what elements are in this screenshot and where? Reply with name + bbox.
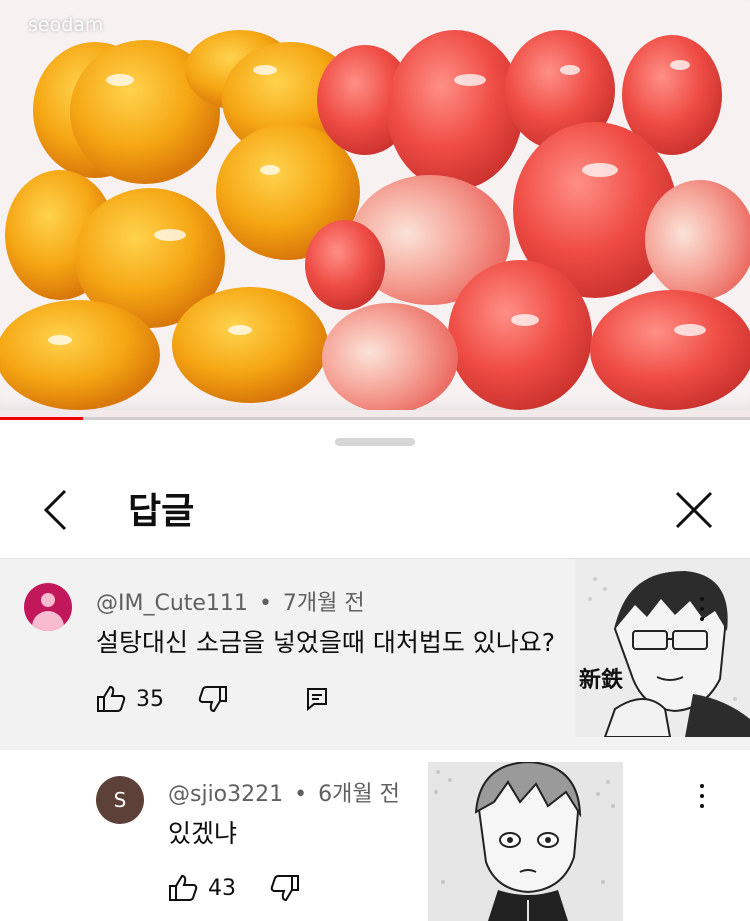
thumbs-down-icon	[198, 686, 227, 713]
fruit-image	[0, 30, 750, 410]
comment-icon	[307, 688, 327, 711]
avatar[interactable]: S	[96, 776, 144, 824]
more-options-button[interactable]	[690, 776, 714, 816]
video-progress-bar[interactable]	[0, 417, 750, 420]
back-button[interactable]	[30, 484, 82, 536]
meta-separator: •	[258, 591, 272, 616]
comment-author[interactable]: @IM_Cute111	[96, 591, 248, 616]
avatar[interactable]	[24, 583, 72, 631]
chevron-left-icon	[43, 489, 67, 531]
more-options-button[interactable]	[690, 589, 714, 629]
comment-actions: 35	[96, 685, 362, 713]
reply-comment: S @sjio3221 • 6개월 전 있겠냐 43	[0, 750, 750, 921]
avatar-head	[41, 593, 55, 607]
dislike-button[interactable]	[198, 685, 228, 713]
thumbs-up-icon	[97, 685, 126, 712]
thumbs-down-icon	[270, 875, 299, 902]
comment-actions: 43	[168, 874, 334, 902]
video-player[interactable]: seodam	[0, 0, 750, 420]
close-button[interactable]	[664, 484, 724, 536]
close-icon	[675, 491, 713, 529]
manga-sticker-image: 新鉄	[575, 559, 750, 737]
comment-text: 설탕대신 소금을 넣었을때 대처법도 있나요?	[96, 628, 556, 657]
comment-meta: @IM_Cute111 • 7개월 전	[96, 585, 365, 617]
comment-text: 있겠냐	[168, 819, 238, 848]
avatar-body	[32, 611, 64, 631]
reply-button[interactable]	[306, 687, 328, 711]
video-watermark: seodam	[28, 14, 104, 36]
dislike-button[interactable]	[270, 874, 300, 902]
like-count: 43	[208, 875, 236, 901]
parent-comment: @IM_Cute111 • 7개월 전 설탕대신 소금을 넣었을때 대처법도 있…	[0, 558, 750, 751]
manga-sticker-text: 新鉄	[579, 667, 623, 693]
comment-time: 7개월 전	[282, 591, 365, 616]
sheet-title: 답글	[128, 491, 195, 532]
replies-sheet: 답글 @IM_Cute111 • 7개월 전 설탕대신 소금을 넣었을때 대처법…	[0, 422, 750, 921]
like-button[interactable]: 35	[96, 685, 164, 713]
like-count: 35	[136, 686, 164, 712]
sheet-header: 답글	[0, 466, 750, 558]
comment-time: 6개월 전	[318, 782, 400, 807]
manga-sticker-image	[428, 762, 623, 921]
video-progress-fill	[0, 417, 83, 420]
like-button[interactable]: 43	[168, 874, 236, 902]
comment-author[interactable]: @sjio3221	[168, 782, 283, 807]
comment-meta: @sjio3221 • 6개월 전	[168, 776, 400, 808]
thumbs-up-icon	[169, 874, 198, 901]
avatar-letter: S	[113, 788, 127, 812]
meta-separator: •	[294, 782, 308, 807]
drag-handle[interactable]	[335, 438, 415, 446]
